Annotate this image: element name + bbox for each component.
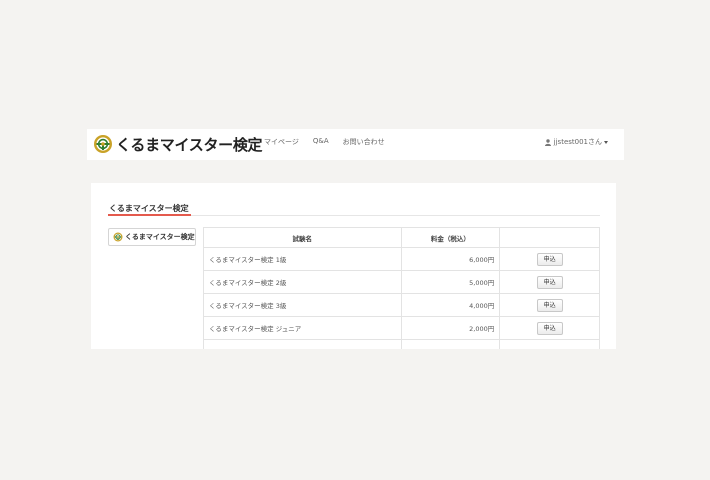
side-logo-badge: くるまマイスター検定: [108, 228, 196, 246]
chevron-down-icon: [604, 140, 608, 144]
header-action: [499, 227, 600, 248]
panel-title: くるまマイスター検定: [109, 204, 189, 213]
table-header-row: 試験名 料金（税込）: [203, 227, 600, 248]
nav-links: マイページ Q&A お問い合わせ: [264, 137, 399, 147]
table-row: くるまマイスター検定 1級 6,000円 申込: [203, 247, 600, 271]
exam-panel: くるまマイスター検定 くるまマイスター検定 試験名 料金（税込） くるまマイスタ…: [91, 183, 616, 349]
apply-button[interactable]: 申込: [536, 252, 563, 266]
fee-cell: 6,000円: [400, 247, 501, 271]
nav-link-contact[interactable]: お問い合わせ: [343, 137, 385, 147]
user-menu[interactable]: jjstest001さん: [544, 137, 608, 147]
top-navbar: くるまマイスター検定 マイページ Q&A お問い合わせ jjstest001さん: [87, 129, 624, 160]
user-icon: [544, 138, 551, 146]
action-cell: [499, 339, 600, 349]
exam-name-cell: くるまマイスター検定 3級: [203, 293, 402, 317]
action-cell: 申込: [499, 316, 600, 340]
nav-link-mypage[interactable]: マイページ: [264, 137, 299, 147]
table-row: [203, 339, 600, 349]
action-cell: 申込: [499, 270, 600, 294]
header-fee: 料金（税込）: [400, 227, 501, 248]
header-exam-name: 試験名: [203, 227, 402, 248]
action-cell: 申込: [499, 247, 600, 271]
steering-wheel-icon: [94, 135, 112, 153]
exam-table: 試験名 料金（税込） くるまマイスター検定 1級 6,000円 申込 くるまマイ…: [203, 227, 600, 349]
steering-wheel-icon: [113, 232, 123, 242]
table-row: くるまマイスター検定 2級 5,000円 申込: [203, 270, 600, 294]
exam-name-cell: くるまマイスター検定 ジュニア: [203, 316, 402, 340]
title-accent-underline: [108, 214, 191, 216]
apply-button[interactable]: 申込: [536, 298, 563, 312]
brand-name: くるまマイスター検定: [116, 135, 263, 154]
table-row: くるまマイスター検定 3級 4,000円 申込: [203, 293, 600, 317]
apply-button[interactable]: 申込: [536, 321, 563, 335]
fee-cell: 4,000円: [400, 293, 501, 317]
fee-cell: [400, 339, 501, 349]
exam-name-cell: くるまマイスター検定 2級: [203, 270, 402, 294]
action-cell: 申込: [499, 293, 600, 317]
brand-logo[interactable]: くるまマイスター検定: [93, 132, 263, 156]
fee-cell: 5,000円: [400, 270, 501, 294]
nav-link-qa[interactable]: Q&A: [313, 137, 329, 147]
username: jjstest001さん: [553, 138, 602, 146]
fee-cell: 2,000円: [400, 316, 501, 340]
table-row: くるまマイスター検定 ジュニア 2,000円 申込: [203, 316, 600, 340]
exam-name-cell: [203, 339, 402, 349]
apply-button[interactable]: 申込: [536, 275, 563, 289]
exam-name-cell: くるまマイスター検定 1級: [203, 247, 402, 271]
side-badge-label: くるまマイスター検定: [125, 233, 195, 241]
